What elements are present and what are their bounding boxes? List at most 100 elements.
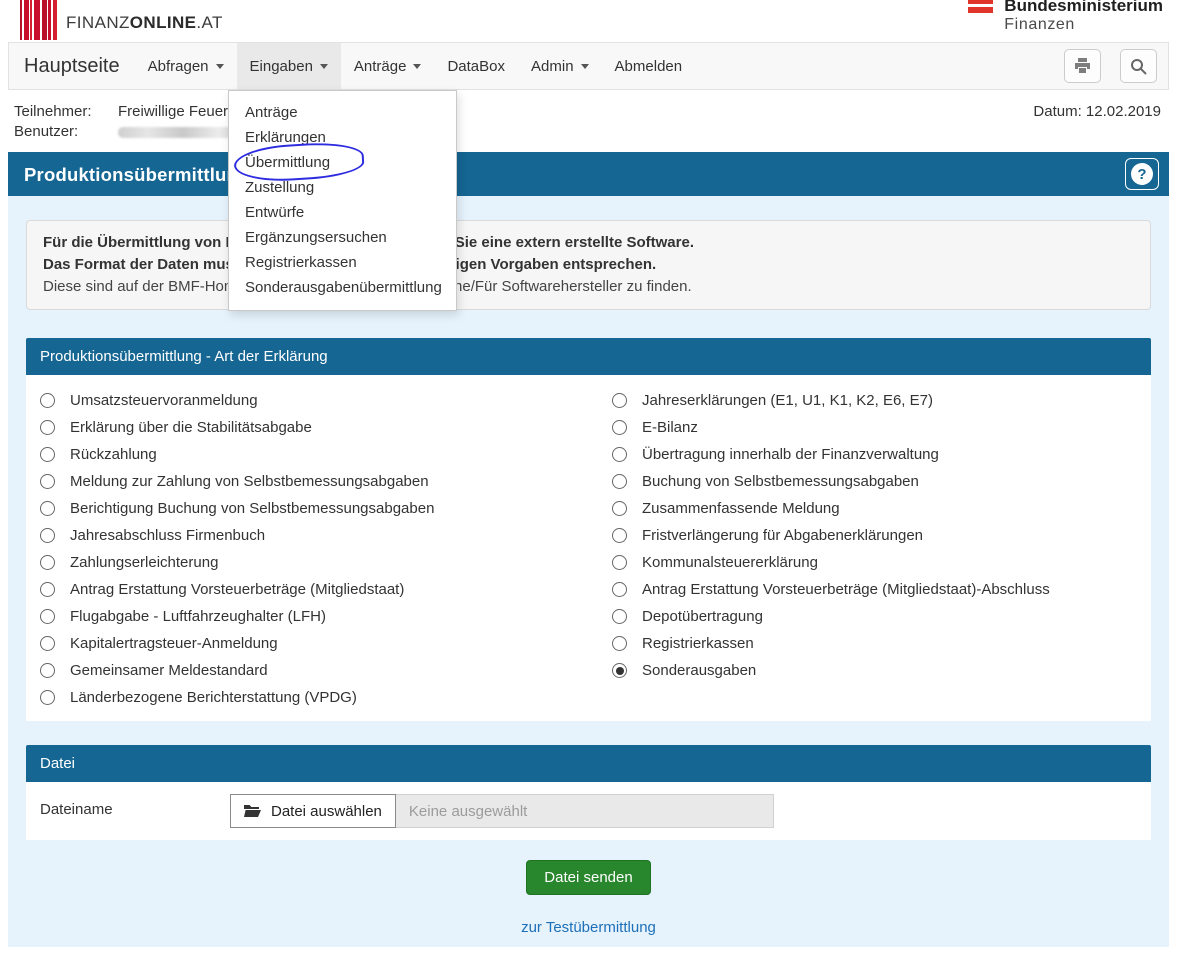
dropdown-item[interactable]: Ergänzungsersuchen bbox=[229, 225, 456, 250]
declaration-option[interactable]: Erklärung über die Stabilitätsabgabe bbox=[40, 414, 612, 441]
declaration-option[interactable]: Kommunalsteuererklärung bbox=[612, 549, 1137, 576]
radio-button[interactable] bbox=[612, 393, 627, 408]
declaration-option[interactable]: Depotübertragung bbox=[612, 603, 1137, 630]
content-area: Für die Übermittlung von Dateien an das … bbox=[8, 196, 1169, 947]
radio-button[interactable] bbox=[40, 420, 55, 435]
declaration-option[interactable]: Umsatzsteuervoranmeldung bbox=[40, 387, 612, 414]
radio-button[interactable] bbox=[40, 555, 55, 570]
dateiname-label: Dateiname bbox=[40, 801, 113, 818]
declaration-option[interactable]: Jahresabschluss Firmenbuch bbox=[40, 522, 612, 549]
declaration-option[interactable]: Fristverlängerung für Abgabenerklärungen bbox=[612, 522, 1137, 549]
radio-button[interactable] bbox=[40, 501, 55, 516]
benutzer-label: Benutzer: bbox=[14, 123, 78, 140]
finanzonline-screen: FINANZONLINE.AT Bundesministerium Finanz… bbox=[0, 0, 1177, 957]
declaration-option[interactable]: Länderbezogene Berichterstattung (VPDG) bbox=[40, 684, 612, 711]
search-icon bbox=[1130, 58, 1147, 75]
folder-icon bbox=[244, 804, 261, 818]
info-line-2: Das Format der Daten muss bei der Übermi… bbox=[43, 254, 1134, 276]
bmf-logo: Bundesministerium Finanzen bbox=[968, 0, 1163, 35]
radio-button[interactable] bbox=[612, 636, 627, 651]
top-header: FINANZONLINE.AT Bundesministerium Finanz… bbox=[0, 0, 1177, 42]
declaration-option[interactable]: Gemeinsamer Meldestandard bbox=[40, 657, 612, 684]
nav-item[interactable]: Abfragen bbox=[135, 43, 237, 89]
radio-button[interactable] bbox=[40, 474, 55, 489]
choose-file-button[interactable]: Datei auswählen bbox=[230, 794, 396, 828]
declaration-option[interactable]: Meldung zur Zahlung von Selbstbemessungs… bbox=[40, 468, 612, 495]
declaration-option[interactable]: Rückzahlung bbox=[40, 441, 612, 468]
dropdown-item[interactable]: Zustellung bbox=[229, 175, 456, 200]
radio-button[interactable] bbox=[612, 663, 627, 678]
chevron-down-icon bbox=[216, 64, 224, 69]
declaration-panel: Produktionsübermittlung - Art der Erklär… bbox=[26, 338, 1151, 721]
date-display: Datum: 12.02.2019 bbox=[1033, 103, 1161, 120]
declaration-option[interactable]: Zahlungserleichterung bbox=[40, 549, 612, 576]
declaration-panel-title: Produktionsübermittlung - Art der Erklär… bbox=[26, 338, 1151, 375]
declaration-option[interactable]: Berichtigung Buchung von Selbstbemessung… bbox=[40, 495, 612, 522]
declaration-option[interactable]: Antrag Erstattung Vorsteuerbeträge (Mitg… bbox=[612, 576, 1137, 603]
nav-item[interactable]: DataBox bbox=[434, 43, 518, 89]
declaration-option[interactable]: Sonderausgaben bbox=[612, 657, 1137, 684]
declaration-options-left: Umsatzsteuervoranmeldung Erklärung über … bbox=[40, 387, 612, 711]
radio-button[interactable] bbox=[40, 447, 55, 462]
declaration-option[interactable]: Kapitalertragsteuer-Anmeldung bbox=[40, 630, 612, 657]
nav-item[interactable]: Admin bbox=[518, 43, 602, 89]
eingaben-dropdown: Anträge Erklärungen Übermittlung Zustell… bbox=[228, 90, 457, 311]
radio-button[interactable] bbox=[612, 501, 627, 516]
file-input: Datei auswählen Keine ausgewählt bbox=[230, 794, 774, 828]
declaration-option[interactable]: Antrag Erstattung Vorsteuerbeträge (Mitg… bbox=[40, 576, 612, 603]
file-status-field: Keine ausgewählt bbox=[396, 794, 774, 828]
nav-item[interactable]: Eingaben bbox=[237, 43, 341, 89]
search-button[interactable] bbox=[1120, 49, 1157, 83]
ministry-name: Bundesministerium bbox=[1004, 0, 1163, 15]
nav-item[interactable]: Anträge bbox=[341, 43, 435, 89]
radio-button[interactable] bbox=[612, 420, 627, 435]
ministry-department: Finanzen bbox=[1004, 15, 1163, 35]
declaration-option[interactable]: Übertragung innerhalb der Finanzverwaltu… bbox=[612, 441, 1137, 468]
declaration-options-right: Jahreserklärungen (E1, U1, K1, K2, E6, E… bbox=[612, 387, 1137, 711]
eingaben-dropdown-list: Anträge Erklärungen Übermittlung Zustell… bbox=[229, 100, 456, 300]
dropdown-item[interactable]: Anträge bbox=[229, 100, 456, 125]
help-button[interactable]: ? bbox=[1125, 158, 1159, 190]
nav-tools bbox=[1064, 43, 1168, 89]
print-button[interactable] bbox=[1064, 49, 1101, 83]
page-title-bar: Produktionsübermittlung ? bbox=[8, 152, 1169, 196]
radio-button[interactable] bbox=[612, 474, 627, 489]
declaration-option[interactable]: E-Bilanz bbox=[612, 414, 1137, 441]
finanzonline-stripes-icon bbox=[20, 0, 57, 40]
main-nav: Hauptseite Abfragen Eingaben Anträge bbox=[8, 42, 1169, 90]
declaration-option[interactable]: Buchung von Selbstbemessungsabgaben bbox=[612, 468, 1137, 495]
dropdown-item[interactable]: Registrierkassen bbox=[229, 250, 456, 275]
nav-item[interactable]: Hauptseite bbox=[9, 43, 135, 89]
radio-button[interactable] bbox=[612, 447, 627, 462]
file-row: Dateiname Datei auswählen Keine ausgewäh… bbox=[26, 782, 1151, 840]
nav-items: Hauptseite Abfragen Eingaben Anträge bbox=[9, 43, 695, 89]
radio-button[interactable] bbox=[40, 393, 55, 408]
declaration-option[interactable]: Jahreserklärungen (E1, U1, K1, K2, E6, E… bbox=[612, 387, 1137, 414]
radio-button[interactable] bbox=[40, 690, 55, 705]
radio-button[interactable] bbox=[612, 609, 627, 624]
radio-button[interactable] bbox=[40, 582, 55, 597]
radio-button[interactable] bbox=[40, 528, 55, 543]
choose-file-label: Datei auswählen bbox=[271, 803, 382, 820]
radio-button[interactable] bbox=[612, 528, 627, 543]
send-file-button[interactable]: Datei senden bbox=[526, 860, 650, 895]
radio-button[interactable] bbox=[40, 609, 55, 624]
declaration-option[interactable]: Zusammenfassende Meldung bbox=[612, 495, 1137, 522]
radio-button[interactable] bbox=[612, 555, 627, 570]
declaration-option[interactable]: Registrierkassen bbox=[612, 630, 1137, 657]
teilnehmer-label: Teilnehmer: bbox=[14, 103, 92, 120]
radio-button[interactable] bbox=[40, 636, 55, 651]
dropdown-item[interactable]: Sonderausgabenübermittlung bbox=[229, 275, 456, 300]
info-box: Für die Übermittlung von Dateien an das … bbox=[26, 220, 1151, 310]
test-transmission-link[interactable]: zur Testübermittlung bbox=[521, 919, 656, 936]
radio-button[interactable] bbox=[40, 663, 55, 678]
dropdown-item[interactable]: Übermittlung bbox=[229, 150, 456, 175]
nav-item[interactable]: Abmelden bbox=[602, 43, 696, 89]
file-panel: Datei Dateiname Datei auswählen Keine au… bbox=[26, 745, 1151, 840]
dropdown-item[interactable]: Erklärungen bbox=[229, 125, 456, 150]
dropdown-item[interactable]: Entwürfe bbox=[229, 200, 456, 225]
printer-icon bbox=[1074, 58, 1091, 74]
finanzonline-logo[interactable]: FINANZONLINE.AT bbox=[20, 0, 223, 40]
radio-button[interactable] bbox=[612, 582, 627, 597]
declaration-option[interactable]: Flugabgabe - Luftfahrzeughalter (LFH) bbox=[40, 603, 612, 630]
